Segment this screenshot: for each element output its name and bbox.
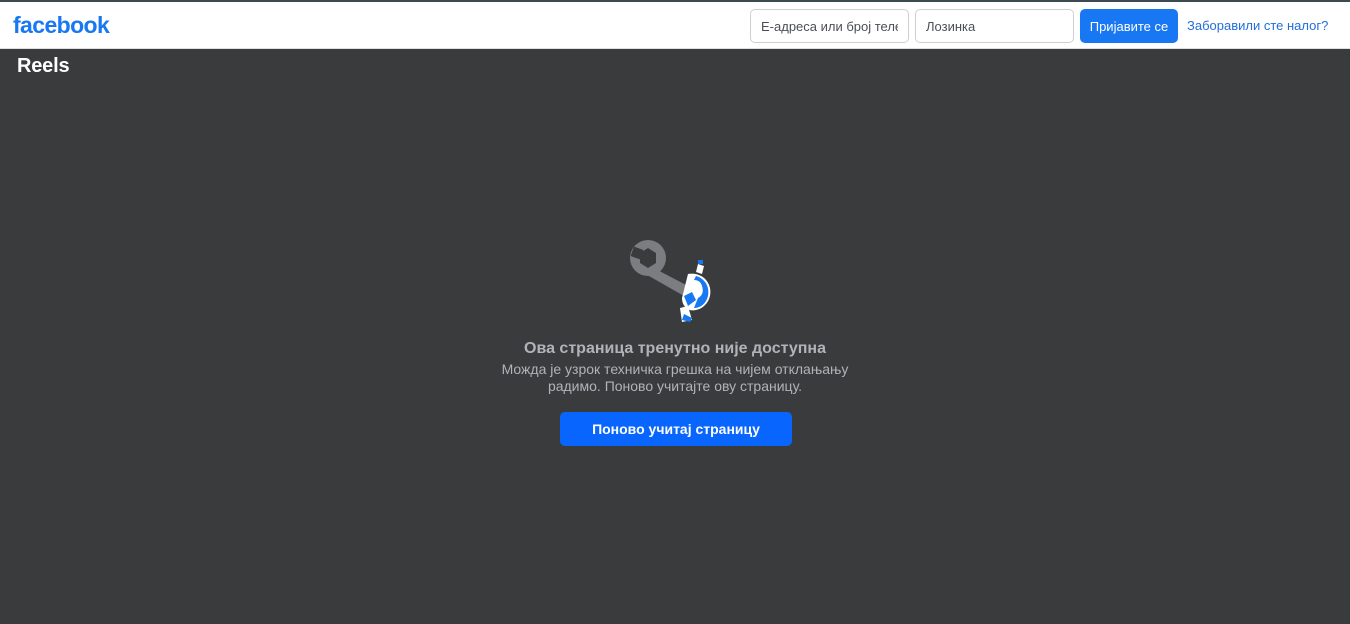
facebook-logo[interactable]: facebook [13,10,110,40]
email-or-phone-input[interactable] [750,9,909,43]
error-title: Ова страница тренутно није доступна [524,340,826,357]
login-button[interactable]: Пријавите се [1080,9,1178,43]
error-description: Можда је узрок техничка грешка на чијем … [501,361,849,394]
wrench-broken-icon [630,240,711,322]
forgot-account-link[interactable]: Заборавили сте налог? [1187,18,1328,33]
page: { "header": { "logo_text": "facebook", "… [0,0,1350,624]
page-title: Reels [17,55,70,77]
top-bar: facebook Пријавите се Заборавили сте нал… [0,2,1350,49]
password-input[interactable] [915,9,1074,43]
reload-page-button[interactable]: Поново учитај страницу [560,412,792,446]
